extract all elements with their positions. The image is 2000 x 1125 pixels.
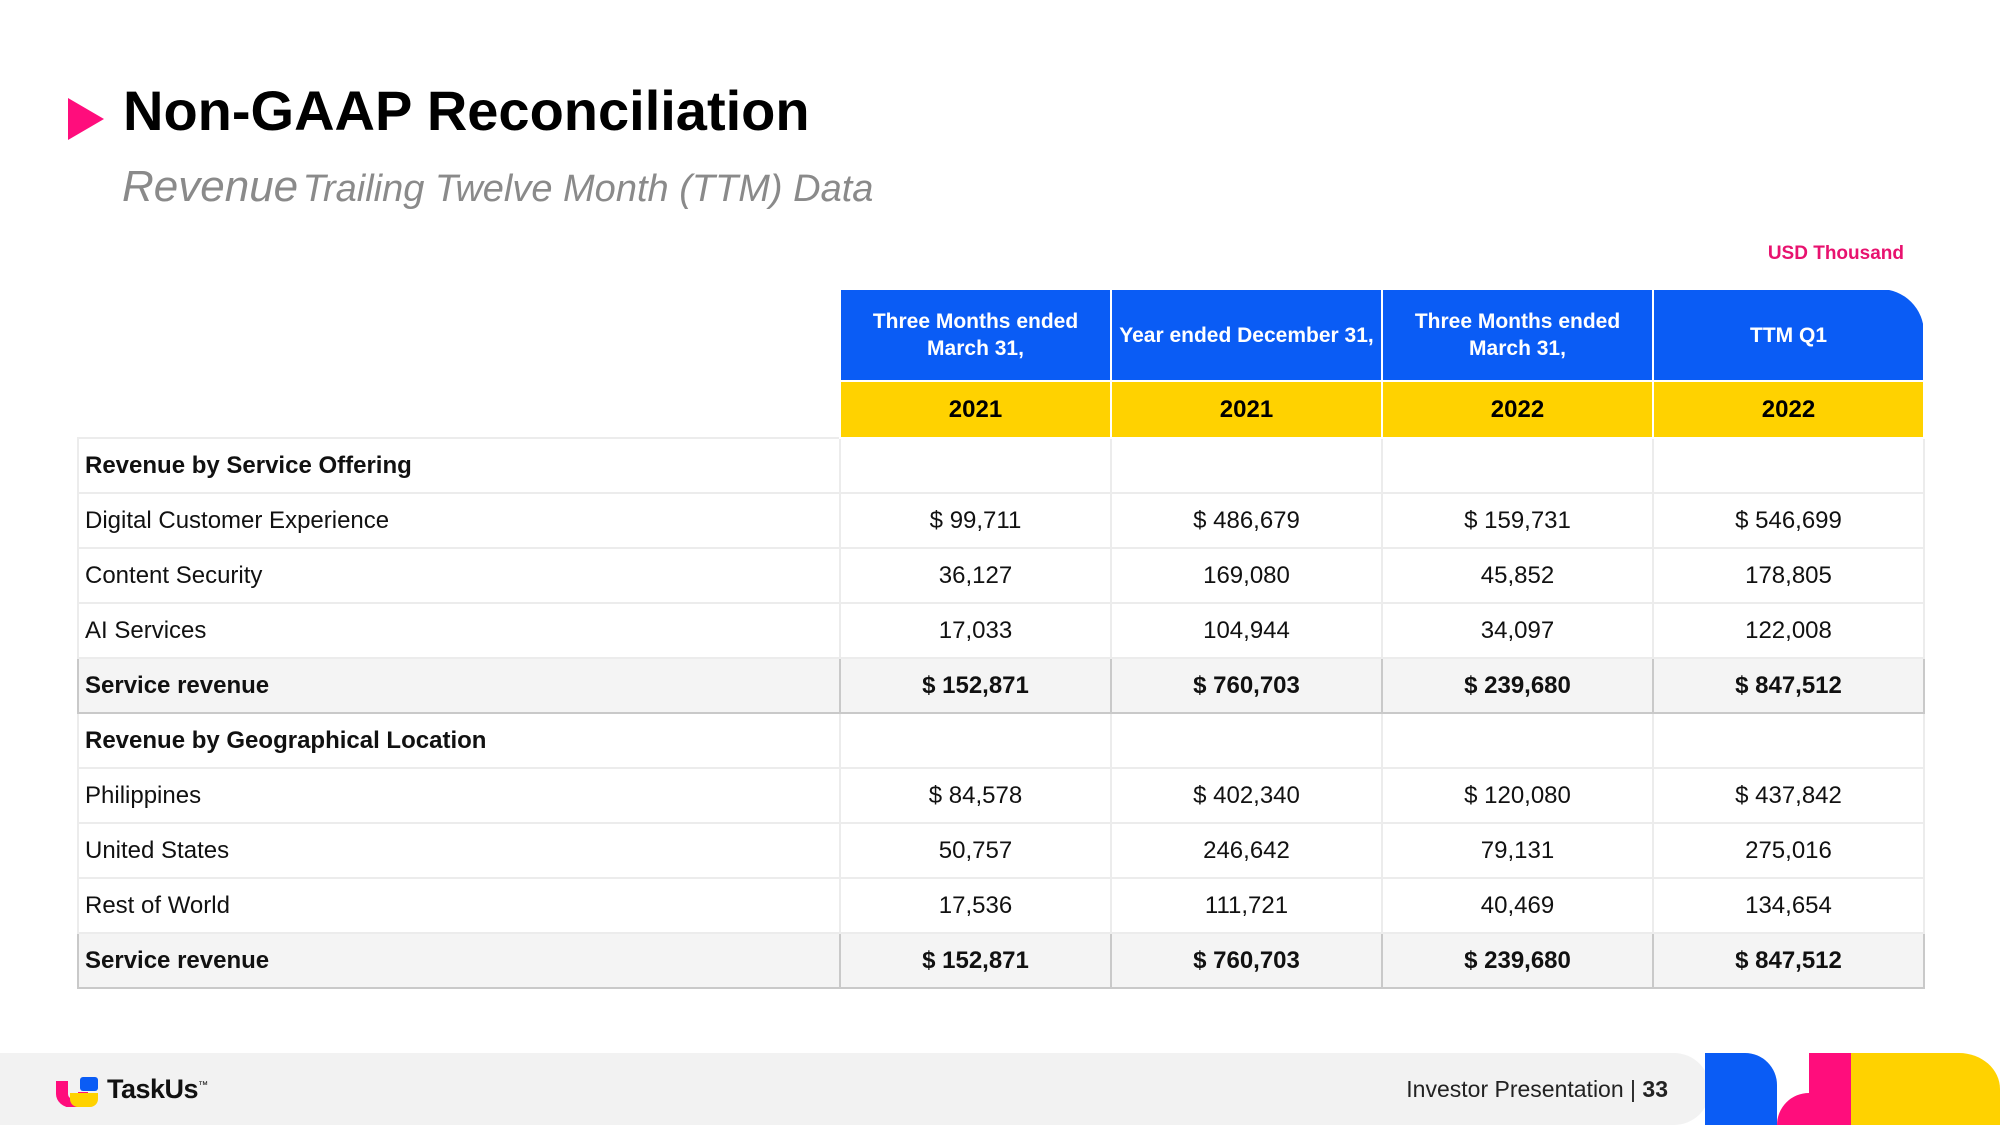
column-header-period: Year ended December 31, (1110, 288, 1383, 382)
value-cell: $ 486,679 (1110, 492, 1383, 549)
play-triangle-icon (68, 98, 104, 140)
row-label: Revenue by Service Offering (77, 437, 841, 494)
table-row: Digital Customer Experience $ 99,711 $ 486… (77, 492, 1925, 549)
table-row: Content Security 36,127 169,080 45,852 178,8… (77, 547, 1925, 604)
page-title: Non-GAAP Reconciliation (123, 79, 810, 142)
column-header-year: 2022 (1381, 380, 1654, 439)
trademark-mark: ™ (198, 1080, 208, 1091)
value-cell: 17,033 (839, 602, 1112, 659)
value-cell: 111,721 (1110, 877, 1383, 934)
subtitle-primary: Revenue (122, 162, 299, 211)
table-row: United States 50,757 246,642 79,131 275,016 (77, 822, 1925, 879)
section-row: Revenue by Service Offering (77, 437, 1925, 494)
row-label: United States (77, 822, 841, 879)
row-label: Philippines (77, 767, 841, 824)
value-cell (1110, 712, 1383, 769)
page-number: 33 (1642, 1076, 1668, 1102)
value-cell (1652, 437, 1925, 494)
decorative-shapes (1705, 1053, 2000, 1125)
value-cell: 40,469 (1381, 877, 1654, 934)
value-cell: 275,016 (1652, 822, 1925, 879)
row-label: Service revenue (77, 657, 841, 714)
revenue-table: Three Months ended March 31, Year ended … (77, 288, 1925, 989)
footer-label: Investor Presentation | 33 (1406, 1076, 1668, 1103)
value-cell: $ 402,340 (1110, 767, 1383, 824)
footer-separator: | (1630, 1076, 1637, 1102)
row-label: Digital Customer Experience (77, 492, 841, 549)
value-cell: 50,757 (839, 822, 1112, 879)
column-header-period: Three Months ended March 31, (839, 288, 1112, 382)
row-label: Rest of World (77, 877, 841, 934)
table-row: AI Services 17,033 104,944 34,097 122,008 (77, 602, 1925, 659)
value-cell: 178,805 (1652, 547, 1925, 604)
header-blank-cell (78, 289, 840, 381)
subtitle-secondary: Trailing Twelve Month (TTM) Data (302, 168, 874, 210)
row-label: Content Security (77, 547, 841, 604)
column-header-period: Three Months ended March 31, (1381, 288, 1654, 382)
value-cell (839, 437, 1112, 494)
value-cell: $ 847,512 (1652, 932, 1925, 989)
value-cell: 17,536 (839, 877, 1112, 934)
value-cell (839, 712, 1112, 769)
header-period-row: Three Months ended March 31, Year ended … (78, 288, 1925, 382)
taskus-logo-icon (56, 1077, 98, 1107)
row-label: Revenue by Geographical Location (77, 712, 841, 769)
presentation-label: Investor Presentation (1406, 1076, 1624, 1102)
value-cell: $ 239,680 (1381, 932, 1654, 989)
value-cell (1381, 712, 1654, 769)
column-header-year: 2022 (1652, 380, 1925, 439)
value-cell: $ 159,731 (1381, 492, 1654, 549)
value-cell: $ 84,578 (839, 767, 1112, 824)
value-cell: 122,008 (1652, 602, 1925, 659)
total-row: Service revenue $ 152,871 $ 760,703 $ 239,6… (77, 932, 1925, 989)
page-subtitle: Revenue Trailing Twelve Month (TTM) Data (122, 162, 873, 212)
header-blank-cell (78, 381, 840, 438)
total-row: Service revenue $ 152,871 $ 760,703 $ 239,6… (77, 657, 1925, 714)
row-label: AI Services (77, 602, 841, 659)
value-cell: $ 152,871 (839, 932, 1112, 989)
value-cell: 104,944 (1110, 602, 1383, 659)
section-row: Revenue by Geographical Location (77, 712, 1925, 769)
table-body: Revenue by Service Offering Digital Custo… (77, 437, 1925, 989)
value-cell: $ 847,512 (1652, 657, 1925, 714)
table-row: Rest of World 17,536 111,721 40,469 134,654 (77, 877, 1925, 934)
value-cell: 134,654 (1652, 877, 1925, 934)
brand-name: TaskUs™ (107, 1074, 208, 1105)
value-cell: 34,097 (1381, 602, 1654, 659)
value-cell: 246,642 (1110, 822, 1383, 879)
value-cell: 169,080 (1110, 547, 1383, 604)
value-cell: $ 760,703 (1110, 932, 1383, 989)
brand-name-text: TaskUs (107, 1074, 199, 1104)
value-cell: $ 239,680 (1381, 657, 1654, 714)
value-cell: $ 99,711 (839, 492, 1112, 549)
column-header-year: 2021 (1110, 380, 1383, 439)
value-cell: 36,127 (839, 547, 1112, 604)
header-year-row: 2021 2021 2022 2022 (78, 380, 1925, 439)
value-cell (1381, 437, 1654, 494)
table-row: Philippines $ 84,578 $ 402,340 $ 120,080 $ 4… (77, 767, 1925, 824)
value-cell: $ 760,703 (1110, 657, 1383, 714)
value-cell: 45,852 (1381, 547, 1654, 604)
units-label: USD Thousand (1767, 243, 1904, 264)
value-cell: $ 120,080 (1381, 767, 1654, 824)
value-cell (1110, 437, 1383, 494)
column-header-year: 2021 (839, 380, 1112, 439)
value-cell: $ 437,842 (1652, 767, 1925, 824)
value-cell: 79,131 (1381, 822, 1654, 879)
value-cell (1652, 712, 1925, 769)
row-label: Service revenue (77, 932, 841, 989)
value-cell: $ 546,699 (1652, 492, 1925, 549)
column-header-period: TTM Q1 (1652, 288, 1925, 382)
value-cell: $ 152,871 (839, 657, 1112, 714)
